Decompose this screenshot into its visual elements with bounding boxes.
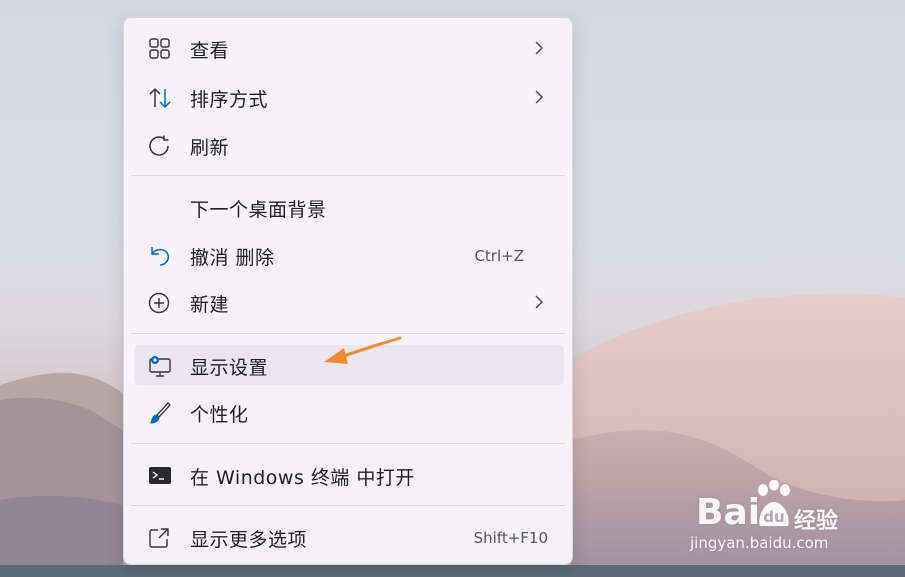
add-circle-icon [148,292,172,314]
chevron-right-icon [534,89,544,105]
svg-text:du: du [763,508,784,526]
sort-icon [148,87,172,109]
refresh-icon [148,135,172,157]
terminal-icon [148,465,172,487]
shortcut-text: Ctrl+Z [474,247,524,265]
menu-item-label: 查看 [190,40,230,62]
menu-item-label: 撤消 删除 [190,247,275,269]
menu-item-refresh[interactable]: 刷新 [134,125,564,165]
shortcut-text: Shift+F10 [473,529,548,547]
brush-icon [148,402,172,424]
desktop-context-menu: 查看 排序方式 刷新 下一个桌面背景 撤消 删除 Ctrl+Z 新建 显示设置 … [123,17,573,565]
menu-item-label: 显示设置 [190,357,269,379]
grid-icon [148,38,172,60]
watermark-url: jingyan.baidu.com [690,534,829,552]
menu-item-new[interactable]: 新建 [134,282,564,322]
menu-item-label: 在 Windows 终端 中打开 [190,467,415,489]
menu-item-label: 下一个桌面背景 [190,199,327,221]
menu-item-personalize[interactable]: 个性化 [134,392,564,432]
menu-item-open-in-terminal[interactable]: 在 Windows 终端 中打开 [134,455,564,495]
menu-separator [131,443,565,444]
menu-item-sort-by[interactable]: 排序方式 [134,77,564,117]
display-settings-icon [148,355,172,377]
chevron-right-icon [534,294,544,310]
menu-item-view[interactable]: 查看 [134,28,564,68]
annotation-arrow-icon [324,336,402,364]
menu-item-label: 刷新 [190,137,230,159]
menu-separator [131,175,565,176]
chevron-right-icon [534,40,544,56]
menu-item-label: 排序方式 [190,89,269,111]
watermark-brand-suffix: 经验 [794,509,839,534]
menu-item-label: 新建 [190,294,230,316]
paw-logo-icon: du [758,480,790,526]
menu-separator [131,505,565,506]
baidu-watermark: Bai du 经验 jingyan.baidu.com [690,480,890,560]
undo-icon [148,245,172,267]
menu-item-undo-delete[interactable]: 撤消 删除 Ctrl+Z [134,235,564,275]
menu-item-show-more-options[interactable]: 显示更多选项 Shift+F10 [134,517,564,557]
watermark-brand: Bai [696,492,761,533]
menu-item-label: 显示更多选项 [190,529,308,551]
menu-item-next-background[interactable]: 下一个桌面背景 [134,187,564,227]
menu-item-label: 个性化 [190,404,249,426]
open-external-icon [148,527,172,549]
